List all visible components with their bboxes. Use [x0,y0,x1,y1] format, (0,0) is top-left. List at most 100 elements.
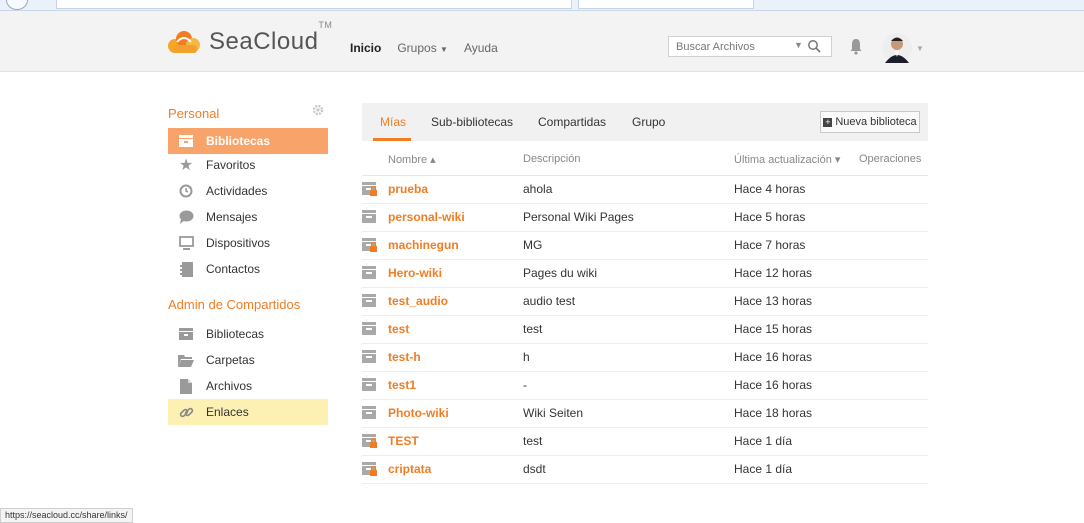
seacloud-logo[interactable]: SeaCloudTM [165,20,332,57]
table-row[interactable]: test-h h Hace 16 horas [362,343,928,372]
sidebar-item-label: Contactos [206,262,261,276]
address-bar[interactable] [56,0,572,9]
library-name-link[interactable]: test [388,322,409,336]
library-updated: Hace 12 horas [734,266,813,280]
link-icon [178,404,194,420]
tab-sub-bibliotecas[interactable]: Sub-bibliotecas [431,115,513,129]
table-row[interactable]: test_audio audio test Hace 13 horas [362,287,928,316]
contacts-icon [178,261,194,277]
sidebar-item-actividades[interactable]: Actividades [168,178,328,204]
library-updated: Hace 5 horas [734,210,806,224]
library-icon [362,294,376,307]
nav-inicio[interactable]: Inicio [350,41,381,55]
library-name-link[interactable]: Hero-wiki [388,266,442,280]
browser-toolbar [0,0,1084,11]
library-description: - [523,378,527,392]
nav-grupos[interactable]: Grupos ▼ [397,41,448,55]
sidebar-item-label: Actividades [206,184,268,198]
brand-name: SeaCloudTM [209,20,332,56]
sidebar-item-mensajes[interactable]: Mensajes [168,204,328,230]
gear-icon[interactable] [312,104,324,116]
table-row[interactable]: criptata dsdt Hace 1 día [362,455,928,484]
library-description: Pages du wiki [523,266,598,280]
plus-icon: + [823,116,833,127]
table-row[interactable]: personal-wiki Personal Wiki Pages Hace 5 h… [362,203,928,232]
library-name-link[interactable]: criptata [388,462,431,476]
table-header: Nombre ▴ Descripción Última actualizació… [362,149,928,176]
library-icon [362,322,376,335]
library-name-link[interactable]: test_audio [388,294,448,308]
library-updated: Hace 1 día [734,434,793,448]
library-updated: Hace 15 horas [734,322,813,336]
sidebar-item-contactos[interactable]: Contactos [168,256,328,282]
encrypted-library-icon [362,182,377,196]
library-description: h [523,350,530,364]
sidebar-item-favoritos[interactable]: ★ Favoritos [168,152,328,178]
new-library-button[interactable]: + Nueva biblioteca [820,111,920,133]
library-icon [178,133,194,149]
table-row[interactable]: Hero-wiki Pages du wiki Hace 12 horas [362,259,928,288]
avatar-caret-icon[interactable]: ▼ [916,44,924,53]
user-avatar[interactable] [882,33,912,63]
table-row[interactable]: test1 - Hace 16 horas [362,371,928,400]
column-header-operations: Operaciones [859,153,922,165]
library-updated: Hace 16 horas [734,350,813,364]
tab-compartidas[interactable]: Compartidas [538,115,606,129]
table-row[interactable]: TEST test Hace 1 día [362,427,928,456]
sidebar-item-label: Favoritos [206,158,256,172]
column-header-name[interactable]: Nombre ▴ [388,153,436,166]
table-row[interactable]: prueba ahola Hace 4 horas [362,175,928,204]
file-icon [178,378,194,394]
clock-icon [178,183,194,199]
library-name-link[interactable]: test1 [388,378,416,392]
library-name-link[interactable]: prueba [388,182,428,196]
library-name-link[interactable]: Photo-wiki [388,406,449,420]
sidebar-item-enlaces[interactable]: Enlaces [168,399,328,425]
sidebar-item-admin-bibliotecas[interactable]: Bibliotecas [168,321,328,347]
library-description: audio test [523,294,576,308]
library-name-link[interactable]: machinegun [388,238,459,252]
notifications-bell-icon[interactable] [849,37,863,55]
library-description: MG [523,238,543,252]
table-row[interactable]: Photo-wiki Wiki Seiten Hace 18 horas [362,399,928,428]
column-header-description: Descripción [523,153,581,165]
tab-grupo[interactable]: Grupo [632,115,665,129]
library-name-link[interactable]: TEST [388,434,419,448]
library-description: Personal Wiki Pages [523,210,634,224]
sidebar-item-label: Mensajes [206,210,258,224]
search-input[interactable]: Buscar Archivos ▼ [668,36,832,57]
sidebar-item-label: Archivos [206,379,253,393]
sidebar-item-label: Enlaces [206,405,249,419]
table-row[interactable]: machinegun MG Hace 7 horas [362,231,928,260]
sidebar-heading-personal: Personal [168,106,220,121]
tab-mias[interactable]: Mías [380,115,406,129]
library-icon [362,406,376,419]
library-icon [362,210,376,223]
sidebar-item-archivos[interactable]: Archivos [168,373,328,399]
column-header-updated[interactable]: Última actualización ▾ [734,153,840,166]
browser-back-button[interactable] [6,0,28,10]
library-updated: Hace 18 horas [734,406,813,420]
tab-bar: Mías Sub-bibliotecas Compartidas Grupo +… [362,103,928,141]
search-icon[interactable] [807,39,821,53]
trademark: TM [318,20,333,30]
library-name-link[interactable]: test-h [388,350,421,364]
table-row[interactable]: test test Hace 15 horas [362,315,928,344]
search-scope-dropdown-icon[interactable]: ▼ [794,40,803,50]
sidebar-item-label: Dispositivos [206,236,271,250]
library-description: dsdt [523,462,546,476]
sidebar-item-dispositivos[interactable]: Dispositivos [168,230,328,256]
sidebar-item-bibliotecas[interactable]: Bibliotecas [168,128,328,154]
sidebar-item-carpetas[interactable]: Carpetas [168,347,328,373]
library-name-link[interactable]: personal-wiki [388,210,465,224]
top-header: SeaCloudTM Inicio Grupos ▼ Ayuda Buscar … [0,11,1084,72]
sidebar-item-label: Bibliotecas [206,327,265,341]
active-tab-indicator [373,138,411,141]
nav-ayuda[interactable]: Ayuda [464,41,498,55]
library-description: test [523,322,543,336]
browser-tab[interactable] [578,0,754,9]
folder-icon [178,352,194,368]
caret-down-icon: ▼ [440,45,448,54]
encrypted-library-icon [362,238,377,252]
nav-grupos-label: Grupos [397,41,437,55]
